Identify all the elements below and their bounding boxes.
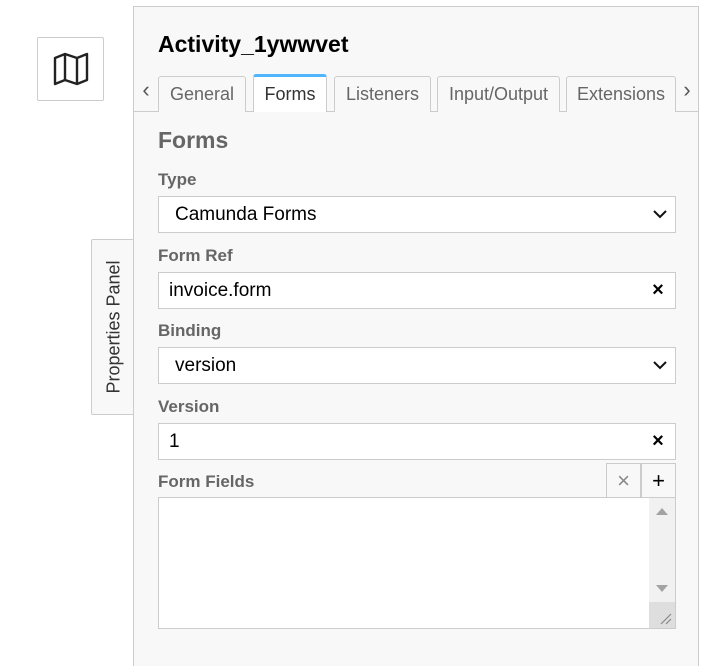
add-form-field-button[interactable]: +: [641, 463, 676, 498]
type-value: Camunda Forms: [175, 203, 317, 225]
tab-general[interactable]: General: [158, 76, 246, 112]
chevron-down-icon: [645, 361, 675, 370]
binding-value: version: [175, 354, 237, 376]
tab-bar: ‹ General Forms Listeners Input/Output E…: [134, 71, 698, 112]
tab-input-output[interactable]: Input/Output: [437, 76, 560, 112]
binding-label: Binding: [158, 321, 222, 340]
version-input[interactable]: 1 ×: [158, 423, 676, 460]
map-icon: [53, 52, 88, 86]
version-label: Version: [158, 397, 220, 416]
properties-panel-label: Properties Panel: [103, 260, 123, 394]
clear-version-button[interactable]: ×: [641, 430, 675, 453]
type-select[interactable]: Camunda Forms: [158, 196, 676, 233]
tabs-scroll-right[interactable]: ›: [677, 77, 697, 103]
scroll-up-icon[interactable]: [656, 508, 668, 515]
form-ref-value: invoice.form: [169, 279, 272, 301]
resize-grip-icon[interactable]: [649, 602, 675, 628]
tab-listeners[interactable]: Listeners: [334, 76, 431, 112]
element-title: Activity_1ywwvet: [158, 31, 349, 57]
properties-panel-toggle[interactable]: Properties Panel: [91, 239, 135, 415]
form-ref-input[interactable]: invoice.form ×: [158, 272, 676, 309]
section-title: Forms: [158, 127, 229, 153]
scroll-down-icon[interactable]: [656, 585, 668, 592]
tabs-scroll-left[interactable]: ‹: [136, 77, 156, 103]
map-toggle-button[interactable]: [37, 37, 104, 101]
tab-forms[interactable]: Forms: [253, 74, 327, 112]
form-fields-list[interactable]: [158, 497, 676, 629]
type-label: Type: [158, 170, 197, 189]
binding-select[interactable]: version: [158, 347, 676, 384]
version-value: 1: [169, 430, 180, 452]
tab-extensions[interactable]: Extensions: [566, 76, 676, 112]
form-fields-label: Form Fields: [158, 472, 255, 491]
clear-form-ref-button[interactable]: ×: [641, 279, 675, 302]
chevron-down-icon: [645, 210, 675, 219]
properties-panel: Activity_1ywwvet ‹ General Forms Listene…: [133, 6, 699, 666]
list-scrollbar[interactable]: [649, 498, 675, 628]
form-ref-label: Form Ref: [158, 246, 233, 265]
remove-form-field-button[interactable]: ×: [606, 463, 641, 498]
